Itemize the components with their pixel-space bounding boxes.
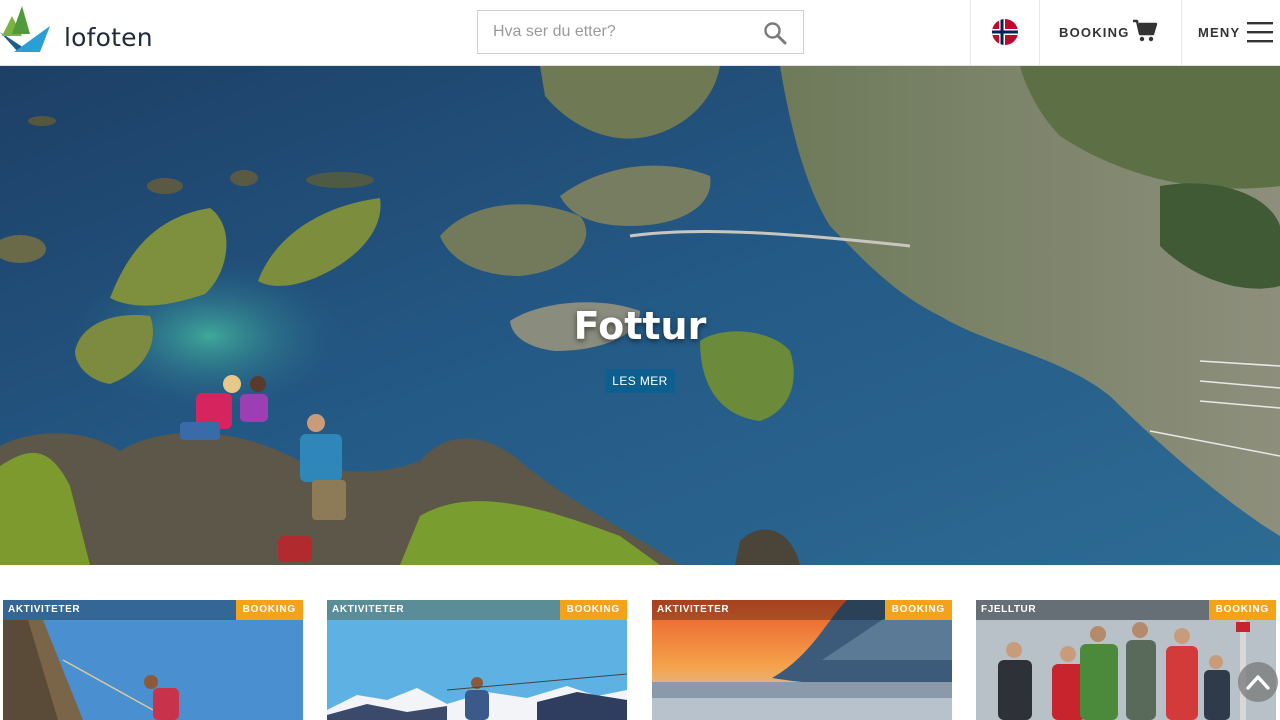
norwegian-flag-icon — [992, 19, 1018, 45]
card-category: AKTIVITETER — [8, 604, 81, 615]
hero-banner: Fottur LES MER — [0, 66, 1280, 565]
booking-nav-label: BOOKING — [1059, 25, 1130, 40]
activity-card[interactable]: FJELLTUR BOOKING — [976, 600, 1276, 720]
booking-badge[interactable]: BOOKING — [235, 600, 303, 620]
cart-icon — [1133, 19, 1158, 42]
logo-text: lofoten — [64, 23, 153, 52]
card-category: AKTIVITETER — [657, 604, 730, 615]
search-box — [477, 10, 804, 54]
menu-label: MENY — [1198, 25, 1241, 40]
card-category: FJELLTUR — [981, 604, 1037, 615]
activity-card[interactable]: AKTIVITETER BOOKING — [652, 600, 952, 720]
booking-nav-link[interactable]: BOOKING — [1040, 0, 1181, 66]
card-category: AKTIVITETER — [332, 604, 405, 615]
read-more-button[interactable]: LES MER — [605, 369, 675, 393]
hamburger-icon — [1247, 22, 1273, 43]
activity-card[interactable]: AKTIVITETER BOOKING — [3, 600, 303, 720]
language-selector[interactable] — [971, 0, 1039, 66]
scroll-to-top-button[interactable] — [1238, 662, 1278, 702]
site-header: lofoten BOOKING — [0, 0, 1280, 66]
booking-badge[interactable]: BOOKING — [1208, 600, 1276, 620]
search-input[interactable] — [478, 11, 758, 53]
chevron-up-icon — [1246, 675, 1270, 690]
activity-card[interactable]: AKTIVITETER BOOKING — [327, 600, 627, 720]
search-icon[interactable] — [763, 21, 787, 45]
menu-button[interactable]: MENY — [1182, 0, 1280, 66]
hero-title: Fottur — [573, 304, 707, 348]
lofoten-logo-mark — [0, 6, 50, 52]
booking-badge[interactable]: BOOKING — [559, 600, 627, 620]
site-logo[interactable]: lofoten — [0, 6, 160, 56]
booking-badge[interactable]: BOOKING — [884, 600, 952, 620]
